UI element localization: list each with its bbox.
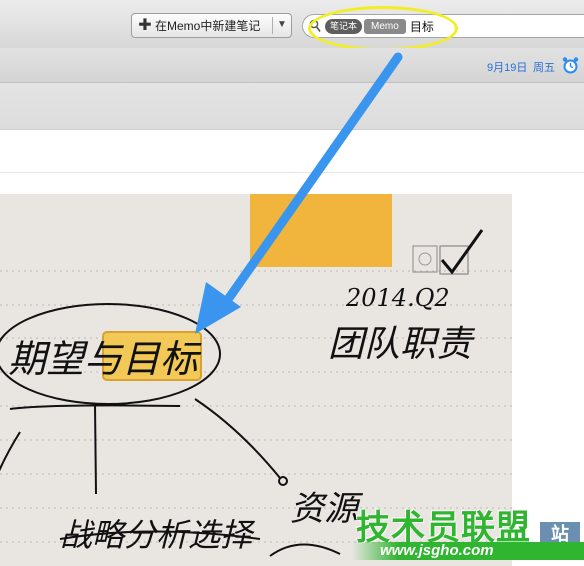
watermark: 技术员联盟 站 www.jsgho.com	[352, 500, 584, 566]
note-weekday[interactable]: 周五	[533, 59, 555, 75]
search-query[interactable]: 目标	[410, 18, 434, 35]
chevron-down-icon[interactable]: ▼	[277, 19, 287, 30]
search-field[interactable]: 笔记本 Memo 目标	[302, 14, 584, 38]
search-icon	[309, 19, 321, 33]
handwriting-team: 团队职责	[328, 324, 476, 365]
handwriting-strategy: 战略分析选择	[60, 516, 256, 554]
alarm-clock-icon[interactable]	[561, 56, 580, 75]
watermark-url: www.jsgho.com	[352, 542, 584, 560]
search-token-notebook[interactable]: 笔记本	[325, 18, 363, 34]
search-token-memo[interactable]: Memo	[364, 18, 406, 34]
note-title-area[interactable]	[0, 130, 584, 173]
note-info-bar: 9月19日 周五	[0, 48, 584, 83]
handwriting-date: 2014.Q2	[345, 284, 450, 312]
note-date[interactable]: 9月19日	[487, 59, 527, 75]
sticky-rectangle	[250, 194, 392, 267]
tag-bar[interactable]	[0, 83, 584, 130]
handwriting-center: 期望与目标	[8, 337, 202, 381]
new-note-label: 在Memo中新建笔记	[155, 19, 261, 33]
new-note-button[interactable]: ✚ 在Memo中新建笔记 ▼	[131, 13, 292, 38]
plus-icon: ✚	[138, 16, 152, 34]
button-divider	[272, 17, 273, 34]
toolbar: ✚ 在Memo中新建笔记 ▼ 笔记本 Memo 目标	[0, 0, 584, 51]
